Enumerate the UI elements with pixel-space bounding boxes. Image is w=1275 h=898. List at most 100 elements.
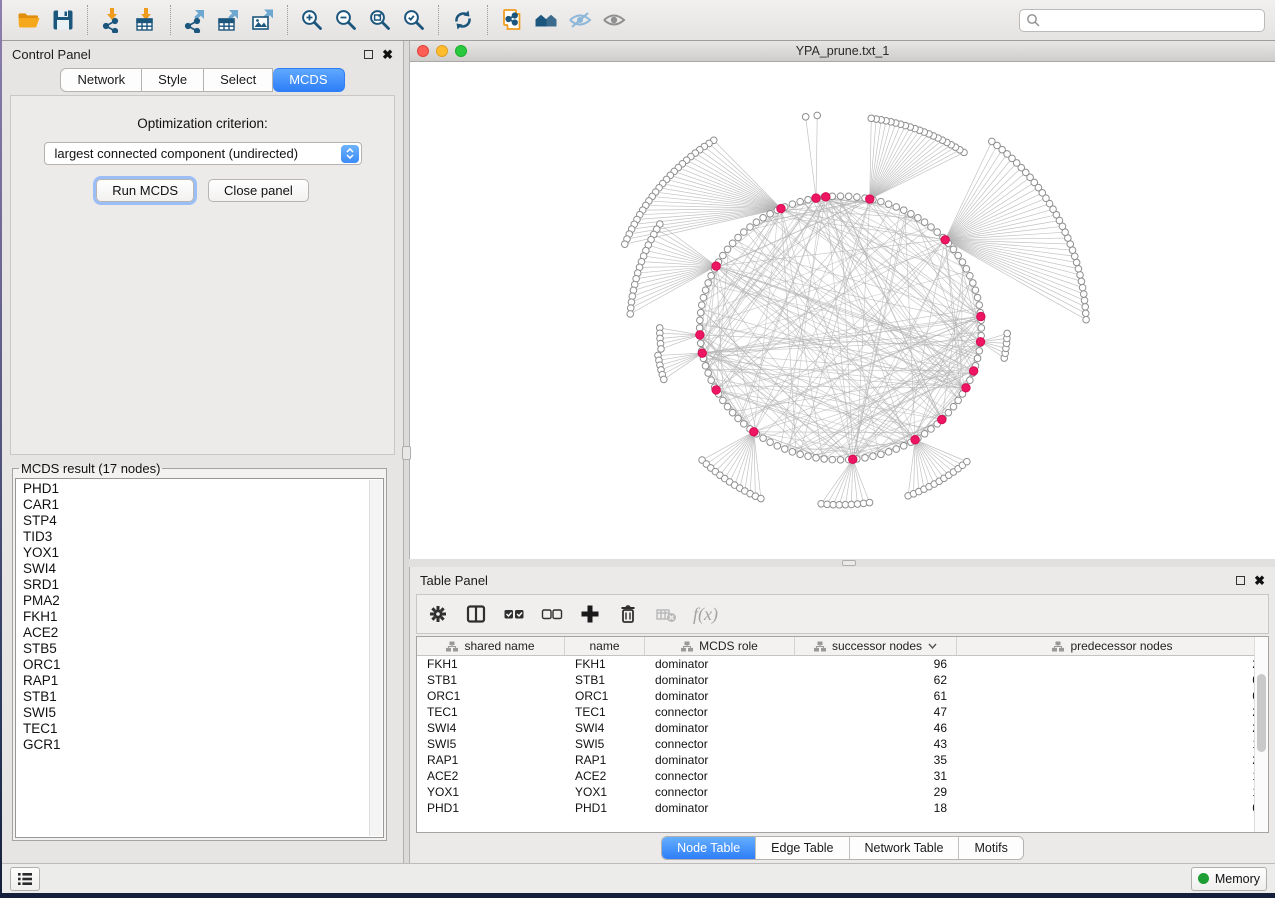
mcds-result-item[interactable]: STB5 xyxy=(23,641,383,657)
network-window-titlebar[interactable]: YPA_prune.txt_1 xyxy=(410,41,1275,62)
mcds-result-item[interactable]: SWI4 xyxy=(23,561,383,577)
mcds-result-item[interactable]: STP4 xyxy=(23,513,383,529)
memory-label: Memory xyxy=(1215,872,1260,886)
export-image-button[interactable] xyxy=(246,4,280,36)
cell: ACE2 xyxy=(417,768,565,784)
export-network-button[interactable] xyxy=(178,4,212,36)
column-header-predecessor-nodes[interactable]: predecessor nodes xyxy=(957,637,1269,656)
tab-network[interactable]: Network xyxy=(60,68,142,92)
task-history-button[interactable] xyxy=(10,867,40,891)
cell: 1 xyxy=(957,784,1268,800)
scrollbar-thumb[interactable] xyxy=(1257,674,1266,752)
mcds-result-item[interactable]: PMA2 xyxy=(23,593,383,609)
column-header-MCDS-role[interactable]: MCDS role xyxy=(645,637,795,656)
show-all-button[interactable] xyxy=(597,4,631,36)
mcds-result-item[interactable]: ACE2 xyxy=(23,625,383,641)
export-network-icon xyxy=(182,7,208,33)
splitter-grip-icon[interactable] xyxy=(842,560,856,566)
export-table-button[interactable] xyxy=(212,4,246,36)
zoom-in-button[interactable] xyxy=(295,4,329,36)
add-column-button[interactable] xyxy=(579,603,601,625)
mcds-result-list[interactable]: PHD1CAR1STP4TID3YOX1SWI4SRD1PMA2FKH1ACE2… xyxy=(15,478,384,838)
tab-edge-table[interactable]: Edge Table xyxy=(755,837,848,859)
cell: YOX1 xyxy=(417,784,565,800)
maximize-window-icon[interactable] xyxy=(455,45,467,57)
table-row[interactable]: TEC1TEC1connector472 xyxy=(417,704,1268,720)
tab-select[interactable]: Select xyxy=(204,68,273,92)
mcds-result-item[interactable]: RAP1 xyxy=(23,673,383,689)
table-row[interactable]: SWI4SWI4dominator462 xyxy=(417,720,1268,736)
table-row[interactable]: SWI5SWI5connector431 xyxy=(417,736,1268,752)
cell: RAP1 xyxy=(565,752,645,768)
splitter-grip-icon[interactable] xyxy=(402,446,411,460)
close-panel-icon[interactable]: ✖ xyxy=(382,50,393,59)
import-network-button[interactable] xyxy=(95,4,129,36)
zoom-selected-button[interactable] xyxy=(397,4,431,36)
mcds-result-item[interactable]: STB1 xyxy=(23,689,383,705)
mcds-result-item[interactable]: SRD1 xyxy=(23,577,383,593)
table-settings-button[interactable] xyxy=(427,603,449,625)
column-header-shared-name[interactable]: shared name xyxy=(417,637,565,656)
tab-node-table[interactable]: Node Table xyxy=(662,837,755,859)
first-neighbors-button[interactable] xyxy=(529,4,563,36)
save-session-button[interactable] xyxy=(46,4,80,36)
table-scrollbar[interactable] xyxy=(1254,637,1268,832)
vertical-splitter[interactable] xyxy=(404,41,409,863)
select-all-button[interactable] xyxy=(503,603,525,625)
memory-button[interactable]: Memory xyxy=(1191,867,1267,891)
table-row[interactable]: ACE2ACE2connector311 xyxy=(417,768,1268,784)
table-row[interactable]: YOX1YOX1connector291 xyxy=(417,784,1268,800)
search-input[interactable] xyxy=(1040,13,1258,27)
network-canvas[interactable] xyxy=(410,62,1275,559)
mcds-result-item[interactable]: YOX1 xyxy=(23,545,383,561)
mcds-result-item[interactable]: FKH1 xyxy=(23,609,383,625)
tab-mcds[interactable]: MCDS xyxy=(273,68,344,92)
mcds-result-item[interactable]: CAR1 xyxy=(23,497,383,513)
horizontal-splitter[interactable] xyxy=(409,559,1275,567)
close-window-icon[interactable] xyxy=(417,45,429,57)
mcds-result-item[interactable]: ORC1 xyxy=(23,657,383,673)
zoom-fit-button[interactable] xyxy=(363,4,397,36)
minimize-window-icon[interactable] xyxy=(436,45,448,57)
open-file-button[interactable] xyxy=(12,4,46,36)
mcds-result-item[interactable]: PHD1 xyxy=(23,481,383,497)
run-mcds-button[interactable]: Run MCDS xyxy=(96,179,194,202)
table-row[interactable]: ORC1ORC1dominator610 xyxy=(417,688,1268,704)
optimization-criterion-select[interactable]: largest connected component (undirected) xyxy=(44,142,362,165)
table-panel-title: Table Panel xyxy=(420,573,488,588)
mcds-result-item[interactable]: TID3 xyxy=(23,529,383,545)
search-box[interactable] xyxy=(1019,9,1265,32)
float-panel-icon[interactable] xyxy=(364,50,373,59)
table-row[interactable]: FKH1FKH1dominator962 xyxy=(417,656,1268,672)
float-panel-icon[interactable] xyxy=(1236,576,1245,585)
close-panel-icon[interactable]: ✖ xyxy=(1254,576,1265,585)
deselect-all-button[interactable] xyxy=(541,603,563,625)
cell: TEC1 xyxy=(417,704,565,720)
cell: dominator xyxy=(645,752,795,768)
split-view-button[interactable] xyxy=(465,603,487,625)
table-row[interactable]: PHD1PHD1dominator180 xyxy=(417,800,1268,816)
tab-network-table[interactable]: Network Table xyxy=(849,837,959,859)
close-panel-button[interactable]: Close panel xyxy=(208,179,309,202)
column-header-successor-nodes[interactable]: successor nodes xyxy=(795,637,957,656)
mcds-result-item[interactable]: TEC1 xyxy=(23,721,383,737)
refresh-button[interactable] xyxy=(446,4,480,36)
mcds-result-item[interactable]: SWI5 xyxy=(23,705,383,721)
delete-column-button[interactable] xyxy=(617,603,639,625)
zoom-out-button[interactable] xyxy=(329,4,363,36)
tab-motifs[interactable]: Motifs xyxy=(958,837,1022,859)
cytoscape-window: Control Panel ✖ NetworkStyleSelectMCDS O… xyxy=(2,0,1275,893)
cell: FKH1 xyxy=(417,656,565,672)
hide-selected-button[interactable] xyxy=(563,4,597,36)
network-from-selection-button[interactable] xyxy=(495,4,529,36)
mcds-result-item[interactable]: GCR1 xyxy=(23,737,383,753)
table-panel: Table Panel ✖ f(x) shared namenameMCDS r… xyxy=(409,567,1275,863)
table-row[interactable]: RAP1RAP1dominator352 xyxy=(417,752,1268,768)
network-graph[interactable] xyxy=(410,62,1275,559)
column-header-name[interactable]: name xyxy=(565,637,645,656)
result-list-scrollbar[interactable] xyxy=(369,480,382,836)
tab-style[interactable]: Style xyxy=(142,68,204,92)
search-icon xyxy=(1026,13,1040,27)
table-row[interactable]: STB1STB1dominator620 xyxy=(417,672,1268,688)
import-table-button[interactable] xyxy=(129,4,163,36)
